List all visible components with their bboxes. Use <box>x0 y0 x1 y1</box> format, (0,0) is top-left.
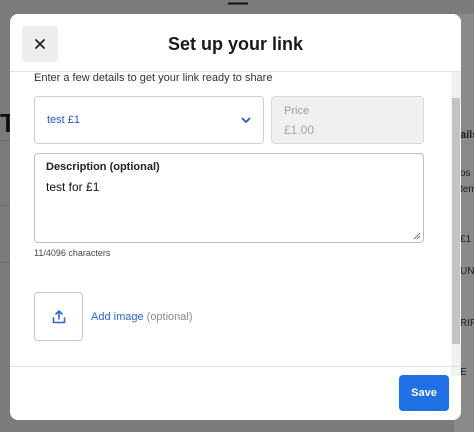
select-value: test £1 <box>47 114 81 126</box>
modal-body: Enter a few details to get your link rea… <box>10 72 461 376</box>
upload-image-button[interactable] <box>34 292 83 341</box>
background-side-text: E <box>460 367 467 378</box>
price-label: Price <box>284 105 310 117</box>
footer-divider <box>10 366 461 367</box>
chevron-down-icon <box>241 117 251 123</box>
scrollbar-thumb[interactable] <box>452 98 460 344</box>
background-side-text: ails <box>460 129 474 141</box>
background-divider <box>0 262 10 263</box>
price-value: £1.00 <box>284 123 315 137</box>
save-button[interactable]: Save <box>399 375 449 411</box>
price-field: Price £1.00 <box>271 96 424 144</box>
add-image-optional: (optional) <box>146 311 193 323</box>
add-image-link[interactable]: Add image <box>91 311 144 323</box>
description-field[interactable]: Description (optional) test for £1 <box>34 153 424 243</box>
setup-link-modal: Set up your link Enter a few details to … <box>10 14 461 420</box>
scrollbar[interactable] <box>451 72 461 376</box>
character-counter: 11/4096 characters <box>34 248 111 258</box>
intro-text: Enter a few details to get your link rea… <box>34 72 273 84</box>
upload-icon <box>52 309 65 323</box>
background-side-text: tem <box>460 184 474 195</box>
background-side-text: £1 <box>460 234 472 245</box>
description-label: Description (optional) <box>46 161 160 173</box>
background-top-glyph: — <box>228 0 248 14</box>
background-divider <box>0 140 10 141</box>
background-side-text: RIP <box>460 318 474 329</box>
modal-title: Set up your link <box>167 34 304 54</box>
add-image-text: Add image (optional) <box>91 311 193 323</box>
link-name-select[interactable]: test £1 <box>34 96 264 144</box>
description-value[interactable]: test for £1 <box>46 180 99 194</box>
resize-handle-icon[interactable] <box>413 232 421 240</box>
background-side-text: os <box>460 168 471 179</box>
background-side-text: UNT <box>460 266 474 277</box>
background-divider <box>0 205 10 206</box>
